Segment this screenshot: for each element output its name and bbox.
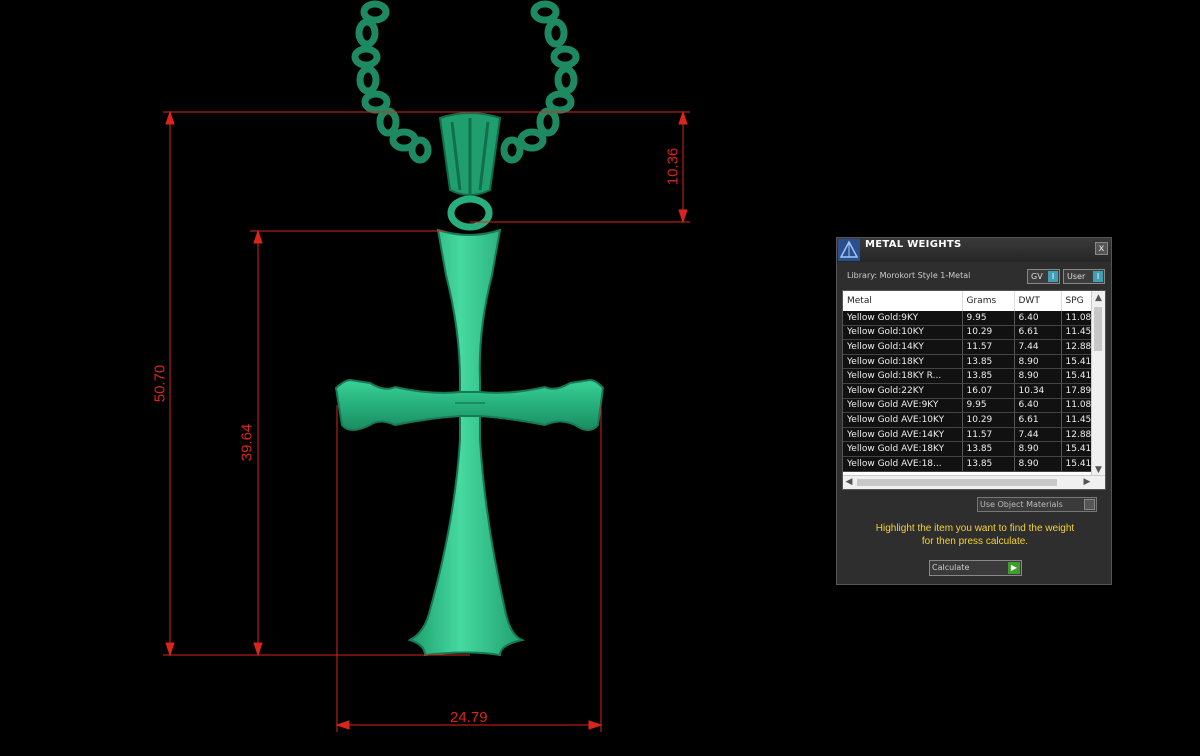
cell-metal: Yellow Gold:18KY (843, 354, 963, 370)
panel-titlebar[interactable]: METAL WEIGHTS x (837, 238, 1111, 262)
cell-metal: Yellow Gold:22KY (843, 383, 963, 399)
close-icon[interactable]: x (1095, 242, 1108, 255)
checkbox-icon[interactable] (1084, 499, 1095, 510)
table-header-row: Metal Grams DWT SPG (843, 291, 1094, 311)
cell-metal: Yellow Gold:18KY R... (843, 368, 963, 384)
cell-spg: 15.41 (1061, 368, 1094, 384)
cell-spg: 15.41 (1061, 354, 1094, 370)
scroll-left-icon[interactable]: ◀ (843, 476, 855, 489)
cell-grams: 13.85 (962, 368, 1015, 384)
user-toggle-button[interactable]: User I (1063, 269, 1105, 284)
app-logo-icon (838, 239, 860, 261)
table-row[interactable]: Yellow Gold AVE:9KY 9.95 6.40 11.08 (843, 398, 1094, 414)
cell-metal: Yellow Gold:14KY (843, 339, 963, 355)
instruction-text: Highlight the item you want to find the … (847, 522, 1103, 548)
cell-spg: 11.45 (1061, 412, 1094, 428)
cell-metal: Yellow Gold AVE:18... (843, 456, 963, 472)
table-row[interactable]: Yellow Gold:18KY 13.85 8.90 15.41 (843, 354, 1094, 370)
calculate-button[interactable]: Calculate ▶ (929, 560, 1022, 576)
table-row[interactable]: Yellow Gold:22KY 16.07 10.34 17.89 (843, 383, 1094, 399)
table-row[interactable]: Yellow Gold:9KY 9.95 6.40 11.08 (843, 311, 1094, 326)
table-row[interactable]: Yellow Gold AVE:18... 13.85 8.90 15.41 (843, 456, 1094, 472)
cell-dwt: 7.44 (1014, 339, 1062, 355)
cell-dwt: 6.40 (1014, 398, 1062, 414)
cell-dwt: 6.61 (1014, 412, 1062, 428)
vertical-scrollbar[interactable]: ▲ ▼ (1091, 291, 1105, 477)
cell-grams: 10.29 (962, 325, 1015, 341)
metal-table[interactable]: Metal Grams DWT SPG Yellow Gold:9KY 9.95 6… (842, 290, 1106, 490)
column-header-spg[interactable]: SPG (1061, 291, 1094, 311)
cell-dwt: 6.61 (1014, 325, 1062, 341)
cross-height-label: 39.64 (238, 423, 256, 462)
cell-grams: 9.95 (962, 398, 1015, 414)
cell-metal: Yellow Gold AVE:18KY (843, 441, 963, 457)
cross-pendant (334, 228, 605, 657)
cell-metal: Yellow Gold AVE:9KY (843, 398, 963, 414)
horizontal-scrollbar[interactable]: ◀ ▶ (843, 475, 1105, 489)
cell-spg: 15.41 (1061, 441, 1094, 457)
vertical-scroll-thumb[interactable] (1094, 307, 1102, 351)
table-body: Yellow Gold:9KY 9.95 6.40 11.08 Yellow Gold:… (843, 311, 1094, 472)
cell-grams: 13.85 (962, 441, 1015, 457)
cell-spg: 12.88 (1061, 427, 1094, 443)
cell-grams: 13.85 (962, 354, 1015, 370)
cross-width-label: 24.79 (450, 709, 488, 726)
instruction-line-2: for then press calculate. (921, 536, 1029, 547)
user-toggle-icon: I (1093, 271, 1103, 282)
table-row[interactable]: Yellow Gold:18KY R... 13.85 8.90 15.41 (843, 368, 1094, 384)
cell-dwt: 10.34 (1014, 383, 1062, 399)
use-object-materials-toggle[interactable]: Use Object Materials (977, 497, 1097, 512)
cell-spg: 12.88 (1061, 339, 1094, 355)
instruction-line-1: Highlight the item you want to find the … (875, 523, 1075, 534)
scroll-right-icon[interactable]: ▶ (1081, 476, 1093, 489)
cell-grams: 10.29 (962, 412, 1015, 428)
gv-toggle-button[interactable]: GV I (1027, 269, 1060, 284)
cell-dwt: 8.90 (1014, 456, 1062, 472)
column-header-grams[interactable]: Grams (962, 291, 1015, 311)
cell-metal: Yellow Gold AVE:14KY (843, 427, 963, 443)
cell-spg: 11.45 (1061, 325, 1094, 341)
cell-dwt: 6.40 (1014, 311, 1062, 326)
horizontal-scroll-thumb[interactable] (857, 479, 1057, 486)
calculate-label: Calculate (932, 563, 970, 572)
cell-spg: 11.08 (1061, 311, 1094, 326)
cell-metal: Yellow Gold:9KY (843, 311, 963, 326)
cell-dwt: 8.90 (1014, 354, 1062, 370)
cell-grams: 9.95 (962, 311, 1015, 326)
table-row[interactable]: Yellow Gold:14KY 11.57 7.44 12.88 (843, 339, 1094, 355)
column-header-metal[interactable]: Metal (843, 291, 963, 311)
cell-dwt: 7.44 (1014, 427, 1062, 443)
cell-grams: 16.07 (962, 383, 1015, 399)
cell-dwt: 8.90 (1014, 368, 1062, 384)
cell-metal: Yellow Gold AVE:10KY (843, 412, 963, 428)
panel-title: METAL WEIGHTS (865, 239, 962, 250)
column-header-dwt[interactable]: DWT (1014, 291, 1062, 311)
table-row[interactable]: Yellow Gold AVE:14KY 11.57 7.44 12.88 (843, 427, 1094, 443)
table-row[interactable]: Yellow Gold AVE:18KY 13.85 8.90 15.41 (843, 441, 1094, 457)
user-label: User (1067, 272, 1086, 281)
use-object-materials-label: Use Object Materials (980, 500, 1063, 509)
bail (438, 112, 502, 231)
play-arrow-icon: ▶ (1008, 562, 1020, 574)
cell-spg: 11.08 (1061, 398, 1094, 414)
cell-grams: 13.85 (962, 456, 1015, 472)
cell-dwt: 8.90 (1014, 441, 1062, 457)
cell-grams: 11.57 (962, 427, 1015, 443)
gv-label: GV (1031, 272, 1043, 281)
bail-height-label: 10.36 (664, 147, 682, 186)
scroll-up-icon[interactable]: ▲ (1092, 292, 1105, 304)
cell-spg: 17.89 (1061, 383, 1094, 399)
gv-toggle-icon: I (1048, 271, 1058, 282)
overall-height-label: 50.70 (151, 364, 169, 403)
cell-grams: 11.57 (962, 339, 1015, 355)
metal-weights-table: Metal Grams DWT SPG Yellow Gold:9KY 9.95 6… (843, 291, 1094, 472)
cell-spg: 15.41 (1061, 456, 1094, 472)
library-label: Library: Morokort Style 1-Metal (847, 271, 971, 280)
cell-metal: Yellow Gold:10KY (843, 325, 963, 341)
metal-weights-panel: METAL WEIGHTS x Library: Morokort Style … (836, 237, 1112, 585)
table-row[interactable]: Yellow Gold AVE:10KY 10.29 6.61 11.45 (843, 412, 1094, 428)
table-row[interactable]: Yellow Gold:10KY 10.29 6.61 11.45 (843, 325, 1094, 341)
